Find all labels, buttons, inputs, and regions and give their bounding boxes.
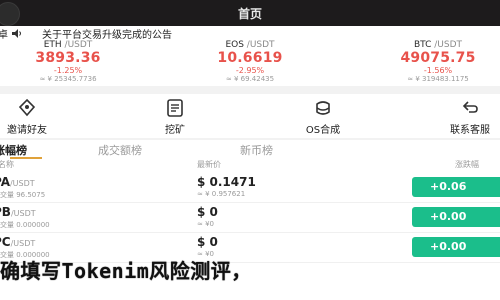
menu-item-invite[interactable]: 邀请好友 <box>0 98 72 136</box>
pool-icon <box>316 101 330 115</box>
ticker-change: -2.95% <box>235 66 265 75</box>
change-badge[interactable]: +0.00 <box>412 237 500 257</box>
menu-item-label: OS合成 <box>305 125 341 136</box>
tab-new[interactable]: 新币榜 <box>240 142 273 158</box>
ticker-change: -1.25% <box>53 66 83 75</box>
menu-item-synthesis[interactable]: OS合成 <box>278 98 368 136</box>
price-cny: ≈ ¥0 <box>197 220 214 228</box>
pair-name: PC/USDT <box>0 235 36 249</box>
ticker-volume: ≈ ¥ 69.42435 <box>225 75 275 83</box>
menu-item-label: 联系客服 <box>450 125 490 136</box>
quick-menu: 邀请好友 挖矿 OS合成 联系客服 <box>0 94 500 138</box>
pair-volume: 成交量 0.000000 <box>0 221 50 229</box>
section-divider <box>0 86 500 94</box>
menu-item-support[interactable]: 联系客服 <box>425 98 500 136</box>
price-cny: ≈ ¥ 0.957621 <box>197 190 246 198</box>
column-headers: 名称 最新价 涨跌幅 <box>0 158 500 170</box>
market-row[interactable]: PA/USDT 成交量 96.5075 $ 0.1471 ≈ ¥ 0.95762… <box>0 172 500 203</box>
pair-volume: 成交量 96.5075 <box>0 191 46 199</box>
market-row[interactable]: PB/USDT 成交量 0.000000 $ 0 ≈ ¥0 +0.00 <box>0 202 500 233</box>
risk-banner-text: 确填写Tokenim风险测评， <box>0 259 252 283</box>
ticker-volume: ≈ ¥ 319483.1175 <box>407 75 469 83</box>
ticker-eth[interactable]: ETH /USDT 3893.36 -1.25% ≈ ¥ 25345.7736 <box>8 40 128 83</box>
ticker-price: 49075.75 <box>400 50 476 66</box>
menu-item-label: 邀请好友 <box>7 125 47 136</box>
ticker-eos[interactable]: EOS /USDT 10.6619 -2.95% ≈ ¥ 69.42435 <box>190 40 310 83</box>
page-title: 首页 <box>237 7 262 21</box>
ticker-btc[interactable]: BTC /USDT 49075.75 -1.56% ≈ ¥ 319483.117… <box>378 40 498 83</box>
announcement-prefix: 卓 <box>0 30 8 41</box>
ticker-price: 3893.36 <box>35 50 101 66</box>
change-badge[interactable]: +0.00 <box>412 207 500 227</box>
last-price: $ 0 <box>197 205 218 219</box>
last-price: $ 0 <box>197 235 218 249</box>
ticker-price: 10.6619 <box>217 50 283 66</box>
list-icon <box>167 99 183 117</box>
column-name: 名称 <box>0 160 14 169</box>
tab-gainers[interactable]: 涨幅榜 <box>0 142 27 158</box>
column-price: 最新价 <box>197 160 221 169</box>
announcement-bar[interactable]: 卓 关于平台交易升级完成的公告 <box>0 26 500 41</box>
tab-volume[interactable]: 成交额榜 <box>98 142 142 158</box>
pair-name: PA/USDT <box>0 175 35 189</box>
top-bar: 首页 <box>0 0 500 26</box>
ticker-change: -1.56% <box>423 66 453 75</box>
announcement-text: 关于平台交易升级完成的公告 <box>42 30 172 41</box>
ticker-row: ETH /USDT 3893.36 -1.25% ≈ ¥ 25345.7736 … <box>0 40 500 84</box>
menu-item-label: 挖矿 <box>165 125 185 136</box>
ranking-tabs: 涨幅榜 成交额榜 新币榜 <box>0 140 500 159</box>
ticker-volume: ≈ ¥ 25345.7736 <box>39 75 97 83</box>
change-badge[interactable]: +0.06 <box>412 177 500 197</box>
speaker-icon <box>12 29 21 38</box>
pair-name: PB/USDT <box>0 205 36 219</box>
column-change: 涨跌幅 <box>455 160 479 169</box>
last-price: $ 0.1471 <box>197 175 256 189</box>
gift-icon <box>18 98 36 117</box>
return-icon <box>462 101 478 113</box>
menu-item-mining[interactable]: 挖矿 <box>130 98 220 136</box>
